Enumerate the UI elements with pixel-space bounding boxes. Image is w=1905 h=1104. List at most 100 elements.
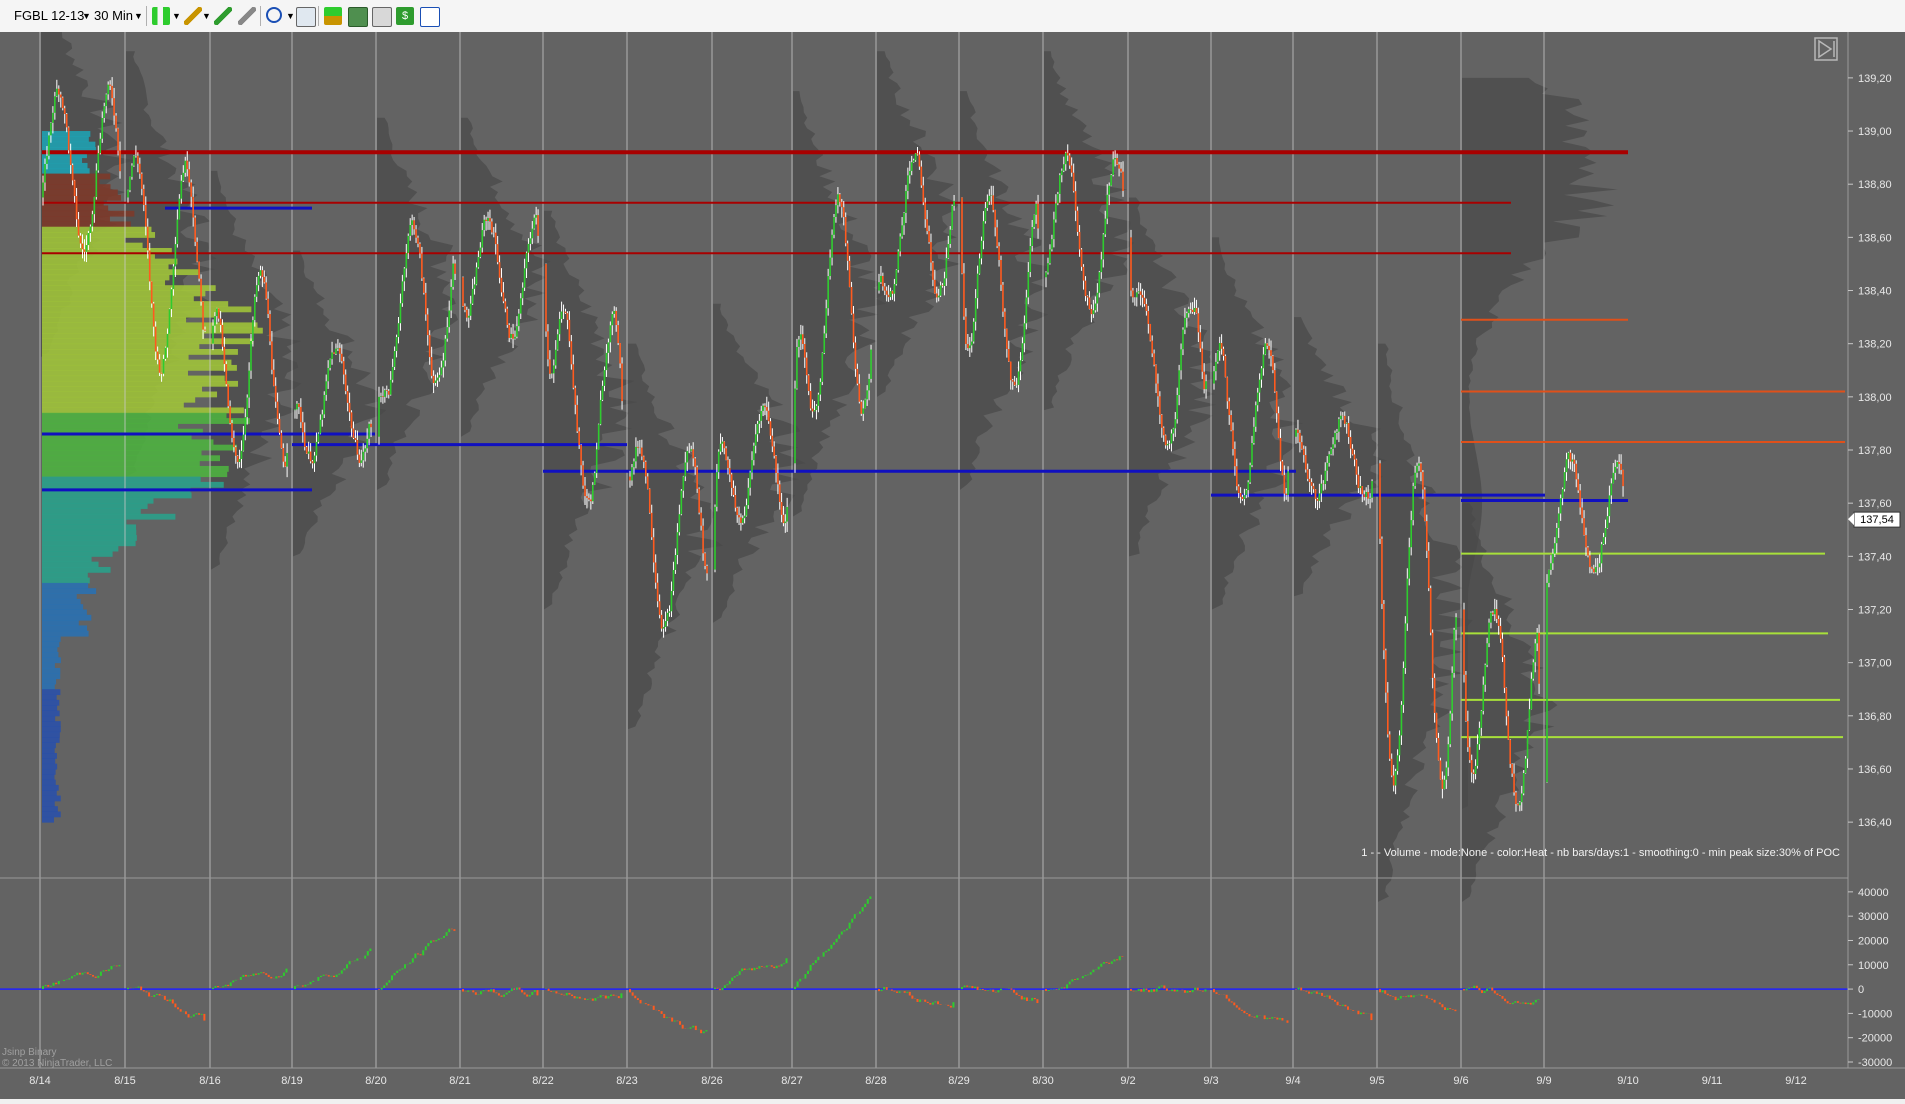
composite-profile-row xyxy=(42,221,131,228)
strategies-icon[interactable] xyxy=(348,7,368,27)
instrument-selector[interactable]: FGBL 12-13 xyxy=(14,6,84,26)
crosshair-dropdown-icon[interactable]: ▼ xyxy=(286,6,295,26)
date-label: 8/19 xyxy=(281,1075,302,1087)
composite-profile-row xyxy=(42,577,90,584)
price-tick-label: 136,60 xyxy=(1858,764,1892,776)
zoom-in-icon[interactable] xyxy=(214,7,232,25)
composite-profile-row xyxy=(42,364,237,371)
bar-type-icon[interactable] xyxy=(152,7,170,25)
composite-profile-row xyxy=(42,460,200,467)
composite-profile-row xyxy=(42,269,199,276)
composite-profile-row xyxy=(42,301,229,307)
date-label: 9/12 xyxy=(1785,1075,1806,1087)
composite-profile-row xyxy=(42,290,206,297)
crosshair-icon[interactable] xyxy=(266,7,282,23)
indicator-tick-label: 10000 xyxy=(1858,960,1889,972)
composite-profile-row xyxy=(42,630,89,637)
date-label: 8/26 xyxy=(701,1075,722,1087)
last-price-marker: 137,54 xyxy=(1853,511,1901,528)
date-label: 9/3 xyxy=(1203,1075,1218,1087)
composite-profile-row xyxy=(42,232,156,238)
composite-profile-row xyxy=(42,641,60,648)
bar-type-dropdown-icon[interactable]: ▼ xyxy=(172,6,181,26)
composite-profile-row xyxy=(42,588,97,595)
chart-panel[interactable]: 139,20 139,00 138,80 138,60 138,40 138,20 138,… xyxy=(0,0,1905,1099)
composite-profile-row xyxy=(42,418,250,424)
date-label: 8/16 xyxy=(199,1075,220,1087)
composite-profile-row xyxy=(42,375,225,382)
composite-profile-row xyxy=(42,205,109,212)
composite-profile-row xyxy=(42,657,61,664)
composite-profile-row xyxy=(42,582,89,589)
date-label: 9/4 xyxy=(1285,1075,1300,1087)
indicator-tick-label: 30000 xyxy=(1858,911,1889,923)
price-tick-label: 138,40 xyxy=(1858,286,1892,298)
composite-profile-row xyxy=(42,758,56,765)
composite-profile-row xyxy=(42,529,137,536)
composite-profile-row xyxy=(42,662,55,669)
composite-profile-row xyxy=(42,476,201,483)
instrument-dropdown-icon[interactable]: ▼ xyxy=(82,6,91,26)
price-tick-label: 137,60 xyxy=(1858,498,1892,510)
composite-profile-row xyxy=(42,545,119,552)
composite-profile-row xyxy=(42,359,232,366)
composite-profile-row xyxy=(42,519,127,525)
composite-profile-row xyxy=(42,620,79,626)
chart-trader-icon[interactable] xyxy=(420,7,440,27)
composite-profile-row xyxy=(42,811,61,818)
date-label: 9/11 xyxy=(1702,1075,1723,1087)
composite-profile-row xyxy=(42,790,57,797)
composite-profile-row xyxy=(42,285,216,292)
composite-profile-row xyxy=(42,652,59,658)
indicator-tick-label: -20000 xyxy=(1858,1033,1892,1045)
composite-profile-row xyxy=(42,561,99,568)
last-price-label: 137,54 xyxy=(1860,514,1894,526)
composite-profile-row xyxy=(42,715,56,722)
composite-profile-row xyxy=(42,721,61,727)
interval-selector[interactable]: 30 Min xyxy=(94,6,133,26)
date-label: 8/23 xyxy=(616,1075,637,1087)
composite-profile-row xyxy=(42,317,187,323)
order-entry-icon[interactable]: $ xyxy=(396,7,414,25)
properties-icon[interactable] xyxy=(372,7,392,27)
composite-profile-row xyxy=(42,178,100,185)
composite-profile-row xyxy=(42,157,83,164)
date-label: 9/9 xyxy=(1536,1075,1551,1087)
drawing-tool-dropdown-icon[interactable]: ▼ xyxy=(202,6,211,26)
composite-profile-row xyxy=(42,566,111,573)
composite-profile-row xyxy=(42,609,87,616)
composite-profile-row xyxy=(42,556,92,563)
composite-profile-row xyxy=(42,551,113,557)
composite-profile-row xyxy=(42,742,56,749)
date-label: 8/14 xyxy=(29,1075,50,1087)
composite-profile-row xyxy=(42,673,61,680)
composite-profile-row xyxy=(42,343,200,350)
composite-profile-row xyxy=(42,806,58,812)
composite-profile-row xyxy=(42,210,135,217)
data-box-icon[interactable] xyxy=(296,7,316,27)
zoom-out-icon[interactable] xyxy=(238,7,256,25)
date-label: 8/21 xyxy=(449,1075,470,1087)
composite-profile-row xyxy=(42,333,205,339)
price-chart[interactable]: 139,20 139,00 138,80 138,60 138,40 138,20 138,… xyxy=(0,0,1905,1099)
composite-profile-row xyxy=(42,492,192,499)
composite-profile-row xyxy=(42,747,55,754)
composite-profile-row xyxy=(42,593,77,600)
indicators-icon[interactable] xyxy=(324,7,342,25)
composite-profile-row xyxy=(42,508,141,515)
drawing-tool-icon[interactable] xyxy=(184,7,202,25)
date-label: 8/20 xyxy=(365,1075,386,1087)
interval-dropdown-icon[interactable]: ▼ xyxy=(134,6,143,26)
price-tick-label: 138,60 xyxy=(1858,232,1892,244)
composite-profile-row xyxy=(42,646,58,653)
composite-profile-row xyxy=(42,412,227,419)
composite-profile-row xyxy=(42,636,61,642)
composite-profile-row xyxy=(42,348,238,355)
composite-profile-row xyxy=(42,540,136,547)
composite-profile-row xyxy=(42,439,214,446)
composite-profile-row xyxy=(42,189,118,196)
composite-profile-row xyxy=(42,391,218,398)
price-tick-label: 136,40 xyxy=(1858,817,1892,829)
composite-profile-row xyxy=(42,535,137,541)
composite-profile-row xyxy=(42,311,216,318)
